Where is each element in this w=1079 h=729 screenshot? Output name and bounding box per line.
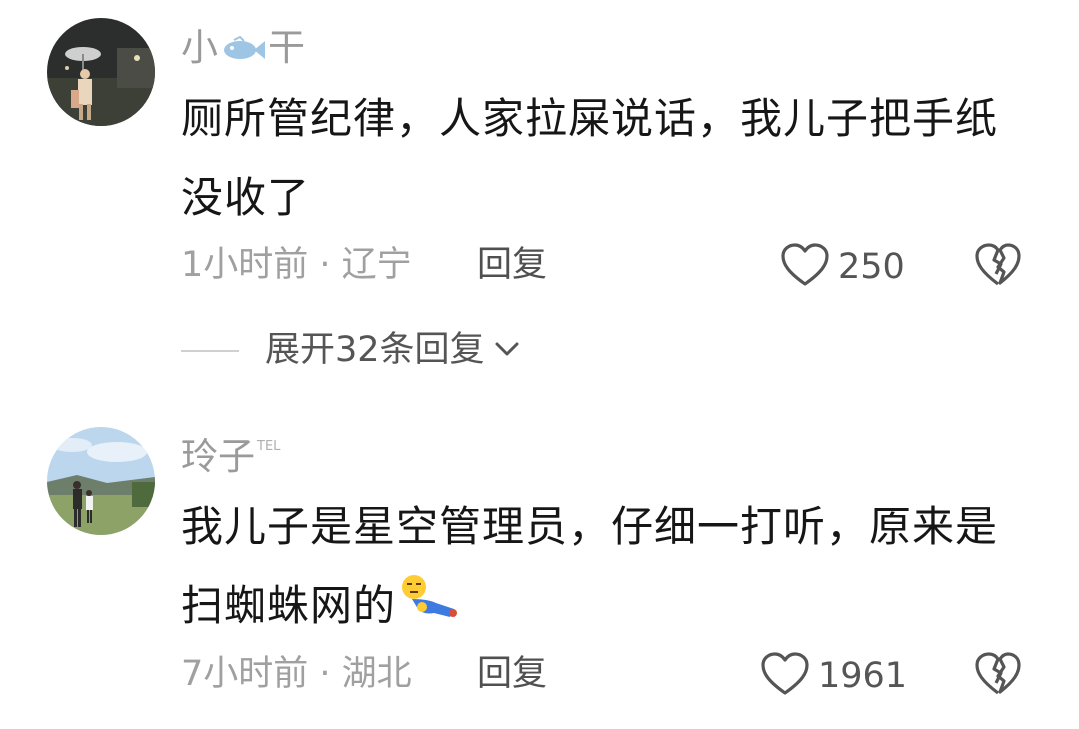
heart-icon (780, 242, 830, 292)
lying-down-emoji (398, 569, 460, 648)
dislike-button[interactable] (974, 651, 1022, 701)
username-text: 干 (268, 26, 305, 69)
comment-text-content: 我儿子是星空管理员，仔细一打听，原来是扫蜘蛛网的 (181, 502, 999, 630)
like-button[interactable]: 1961 (760, 651, 907, 701)
chevron-down-icon (493, 339, 521, 363)
avatar[interactable] (47, 18, 155, 126)
broken-heart-icon (974, 652, 1022, 701)
tel-badge: TEL (257, 439, 281, 454)
reply-button[interactable]: 回复 (477, 657, 547, 692)
dislike-button[interactable] (974, 242, 1022, 292)
divider (181, 349, 239, 352)
heart-icon (760, 651, 810, 701)
comment-text: 厕所管纪律，人家拉屎说话，我儿子把手纸没收了 (181, 94, 999, 222)
expand-replies[interactable]: 展开32条回复 (181, 333, 521, 368)
fish-icon (220, 31, 266, 68)
comment-text: 我儿子是星空管理员，仔细一打听，原来是扫蜘蛛网的 (181, 487, 1011, 648)
username[interactable]: 小 干 (181, 29, 305, 68)
username-text: 小 (181, 26, 218, 69)
time-location: 7小时前 · 湖北 (181, 654, 412, 694)
reply-button[interactable]: 回复 (477, 248, 547, 283)
username-text: 玲子 (181, 435, 255, 478)
like-count: 250 (838, 246, 905, 287)
avatar[interactable] (47, 427, 155, 535)
broken-heart-icon (974, 243, 1022, 292)
comment-feed: 小 干 厕所管纪律，人家拉屎说话，我儿子把手纸没收了 1小时前 · 辽宁 回复 … (0, 0, 1079, 729)
like-button[interactable]: 250 (780, 242, 905, 292)
expand-replies-label: 展开32条回复 (265, 330, 485, 370)
time-location: 1小时前 · 辽宁 (181, 245, 412, 285)
username[interactable]: 玲子 TEL (181, 438, 280, 475)
like-count: 1961 (818, 655, 908, 696)
